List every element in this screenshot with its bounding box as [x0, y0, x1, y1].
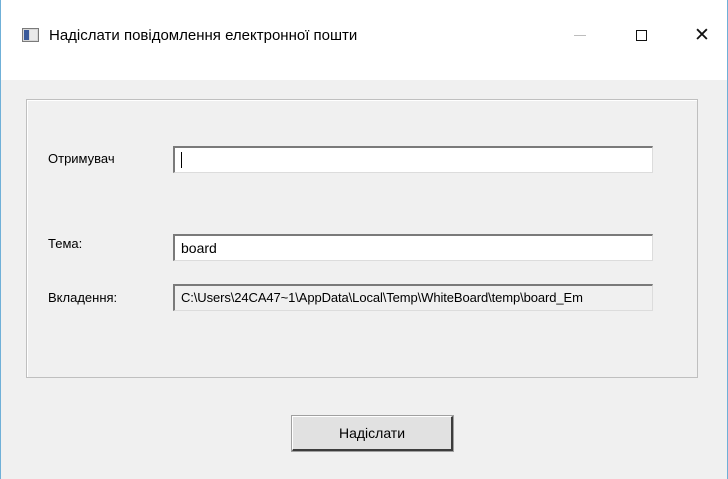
close-button[interactable]: ✕ — [679, 20, 725, 50]
attachment-path-field[interactable]: C:\Users\24CA47~1\AppData\Local\Temp\Whi… — [173, 284, 653, 311]
close-icon: ✕ — [694, 23, 710, 46]
email-dialog-window: Надіслати повідомлення електронної пошти… — [0, 0, 728, 479]
title-bar: Надіслати повідомлення електронної пошти… — [1, 0, 727, 80]
window-title: Надіслати повідомлення електронної пошти — [49, 27, 358, 44]
app-window-icon — [22, 28, 39, 42]
minimize-button[interactable] — [557, 20, 603, 50]
text-caret — [181, 152, 182, 168]
subject-label: Тема: — [48, 236, 83, 251]
minimize-icon — [574, 34, 586, 36]
maximize-button[interactable] — [618, 20, 664, 50]
app-icon-pane-right — [30, 30, 37, 40]
subject-field[interactable]: board — [173, 234, 653, 261]
send-button[interactable]: Надіслати — [291, 415, 454, 452]
attachment-label: Вкладення: — [48, 290, 118, 305]
recipient-label: Отримувач — [48, 151, 115, 166]
app-icon-pane-left — [24, 30, 29, 40]
recipient-field[interactable] — [173, 146, 653, 173]
maximize-icon — [635, 29, 647, 41]
